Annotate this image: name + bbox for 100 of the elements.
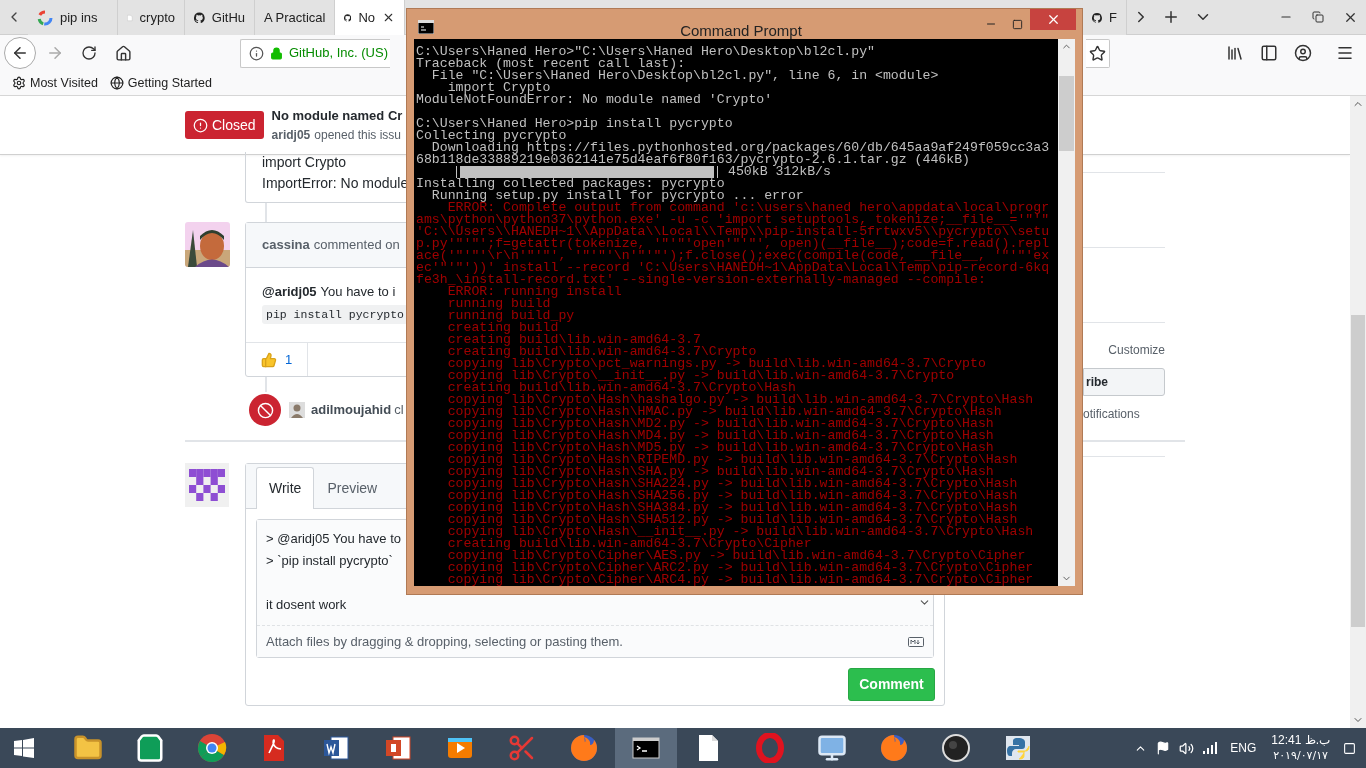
browser-tab[interactable]: GitHu (185, 0, 255, 35)
tricolor-circle-icon (197, 733, 227, 763)
console-error-line: p.py'"'"';f=getattr(tokenize, '"'"'open'"'"', open)(__file__);code=f.read().repl (416, 238, 1050, 250)
maximize-icon[interactable] (1011, 18, 1023, 30)
console-error-line: copying lib\Crypto\Cipher\ARC2.py -> build\lib.win-amd64-3.7\Crypto\Cipher (446, 562, 1034, 574)
editor-tab[interactable]: Write (256, 467, 315, 509)
clock-time: 12:41 ب.ظ (1271, 732, 1330, 748)
lock-icon (270, 46, 283, 60)
reaction-button[interactable]: 1 (246, 343, 308, 376)
gear-icon (12, 76, 26, 90)
scrollbar-thumb[interactable] (1351, 315, 1365, 627)
signal-icon[interactable] (1203, 742, 1218, 754)
console-line: Collecting pycrypto (416, 130, 567, 142)
close-button[interactable] (1030, 9, 1076, 30)
browser-tab[interactable]: No (335, 0, 405, 35)
console-error-line: ERROR: Complete output from command 'c:\users\haned hero\appdata\local\progr (447, 202, 1050, 214)
browser-tab[interactable]: crypto (118, 0, 185, 35)
star-icon[interactable] (1089, 44, 1106, 62)
notification-note: otifications (1083, 406, 1140, 423)
browser-tab[interactable]: A Practical (255, 0, 335, 35)
body-line: import Crypto (262, 153, 347, 172)
console-error-line: running build (446, 298, 551, 310)
browser-tab[interactable]: F (1083, 0, 1127, 35)
console-error-line: ec'"'"'))' install --record 'C:\Users\HANEDH~1\AppData\Local\Temp\pip-record-6kq (416, 262, 1050, 274)
subscribe-button[interactable]: ribe (1083, 368, 1165, 396)
account-icon[interactable] (1294, 44, 1312, 62)
console-error-line: copying lib\Crypto\Hash\MD4.py -> build\lib.win-amd64-3.7\Crypto\Hash (446, 430, 994, 442)
console-error-line: copying lib\Crypto\Hash\RIPEMD.py -> build\lib.win-amd64-3.7\Crypto\Hash (446, 454, 1018, 466)
monitor-icon (817, 733, 847, 763)
console-error-line: copying lib\Crypto\Cipher\ARC4.py -> build\lib.win-amd64-3.7\Crypto\Cipher (446, 574, 1034, 586)
ring-logo-icon (37, 9, 53, 26)
body-line: ImportError: No module (262, 174, 409, 193)
avatar-icon (289, 402, 305, 418)
slide-tile-icon (383, 733, 413, 763)
byline: opened this issu (314, 126, 402, 144)
author-link[interactable]: cassina (262, 235, 310, 255)
console-error-line: copying lib\Crypto\Hash\MD2.py -> build\lib.win-amd64-3.7\Crypto\Hash (446, 418, 994, 430)
inline-code: pip install pycrypto (262, 304, 409, 324)
author-link[interactable]: aridj05 (271, 125, 311, 144)
console-error-line: copying lib\Crypto\__init__.py -> build\lib.win-amd64-3.7\Crypto (446, 370, 955, 382)
console-line: Installing collected packages: pycrypto (416, 178, 725, 190)
language-indicator[interactable]: ENG (1230, 739, 1257, 757)
console-line: ModuleNotFoundError: No module named 'Crypto' (416, 94, 773, 106)
back-button[interactable] (4, 37, 36, 69)
console-error-line: copying lib\Crypto\Hash\SHA512.py -> build\lib.win-amd64-3.7\Crypto\Hash (446, 514, 1018, 526)
console-error-line: fe3h_\install-record.txt' --single-version-externally-managed --compile: (416, 274, 986, 286)
close-icon[interactable] (382, 11, 395, 24)
console-error-line: creating build\lib.win-amd64-3.7\Crypto\Cipher (446, 538, 812, 550)
site-identity: GitHub, Inc. (US) (289, 44, 388, 63)
customize-link[interactable]: Customize (1108, 341, 1165, 359)
restore-icon[interactable] (1312, 11, 1324, 23)
scrollbar-thumb[interactable] (1059, 76, 1074, 151)
flag-icon[interactable] (1156, 741, 1171, 755)
circle-icon (941, 733, 971, 763)
console-icon (418, 20, 434, 34)
library-icon[interactable] (1226, 44, 1244, 62)
console-error-line: running build_py (446, 310, 575, 322)
sidebar-icon[interactable] (1260, 44, 1278, 62)
console-line: C:\Users\Haned Hero>"C:\Users\Haned Hero\Desktop\bl2cl.py" (416, 46, 875, 58)
comment-text: You have to i (320, 283, 396, 301)
mention-link[interactable]: @aridj05 (262, 282, 317, 302)
console-error-line: copying lib\Crypto\Cipher\AES.py -> build\lib.win-amd64-3.7\Crypto\Cipher (446, 550, 1026, 562)
console-scrollbar[interactable] (1058, 39, 1075, 586)
volume-icon[interactable] (1179, 740, 1195, 756)
windows-logo-icon (14, 738, 34, 758)
plus-icon[interactable] (1162, 8, 1180, 26)
clock[interactable]: 12:41 ب.ظ ۲۰۱۹/۰۷/۱۷ (1271, 732, 1330, 764)
comment-input-text[interactable]: > @aridj05 You have to > `pip install pycrypto` it dosent work (266, 528, 401, 616)
bookmark-star-button[interactable] (1086, 38, 1110, 68)
ring-icon (755, 733, 785, 763)
console-line: 68b118de33889219e0362141e75d4eaf6f80f163/pycrypto-2.6.1.tar.gz (446kB) (416, 154, 970, 166)
taskbar-app[interactable] (615, 728, 677, 768)
address-bar[interactable]: GitHub, Inc. (US) (240, 38, 390, 68)
console-error-line: copying lib\Crypto\Hash\hashalgo.py -> build\lib.win-amd64-3.7\Crypto\Hash (446, 394, 1034, 406)
console-line: C:\Users\Haned Hero>pip install pycrypto (416, 118, 733, 130)
menu-icon[interactable] (1336, 44, 1354, 62)
console-error-line: copying lib\Crypto\Hash\SHA256.py -> build\lib.win-amd64-3.7\Crypto\Hash (446, 490, 1018, 502)
browser-tab[interactable]: pip ins (28, 0, 118, 35)
page-scrollbar[interactable] (1350, 96, 1366, 728)
globe-icon (109, 76, 124, 90)
editor-tab[interactable]: Preview (314, 467, 391, 509)
bookmark-item[interactable]: Most Visited (12, 73, 98, 93)
event-text: cl (394, 401, 404, 420)
info-icon[interactable] (249, 45, 264, 61)
status-badge: Closed (185, 111, 264, 139)
document-tile-icon (321, 733, 351, 763)
console-error-line: copying lib\Crypto\Hash\HMAC.py -> build\lib.win-amd64-3.7\Crypto\Hash (446, 406, 1002, 418)
clock-date: ۲۰۱۹/۰۷/۱۷ (1273, 748, 1328, 764)
console-line: Downloading https://files.pythonhosted.org/packages/60/db/645aa9af249f059cc3a3 (431, 142, 1050, 154)
actor-link[interactable]: adilmoujahid (311, 400, 392, 420)
console-error-line: creating build\lib.win-amd64-3.7\Crypto\Hash (446, 382, 796, 394)
home-icon[interactable] (114, 44, 132, 62)
reload-icon[interactable] (81, 45, 97, 61)
progress-reading: 450kB 312kB/s (728, 166, 831, 178)
markdown-icon (908, 636, 924, 647)
console-error-line: creating build\lib.win-amd64-3.7 (446, 334, 701, 346)
notifications-icon[interactable] (1343, 741, 1356, 755)
issue-title: No module named Cr (271, 107, 403, 126)
bookmark-item[interactable]: Getting Started (109, 73, 212, 93)
console-error-line: 'C:\\Users\\HANEDH~1\\AppData\\Local\\Temp\\pip-install-5frtwxv5\\pycrypto\\setu (416, 226, 1050, 238)
